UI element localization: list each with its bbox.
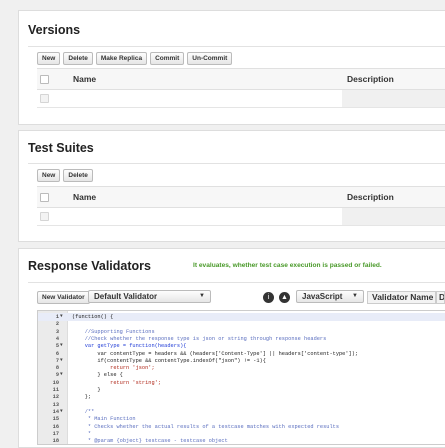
versions-title: Versions [28, 23, 81, 37]
versions-table: Name Description [37, 68, 445, 108]
validator-select[interactable]: Default Validator ▼ [88, 290, 211, 303]
column-truncated[interactable]: D [436, 291, 445, 304]
column-validator-name[interactable]: Validator Name [367, 291, 436, 304]
column-name[interactable]: Name [73, 192, 96, 202]
response-validators-title: Response Validators [28, 259, 151, 273]
new-validator-button[interactable]: New Validator [37, 291, 90, 304]
code-text: * @param {object} testcase - testcase ob… [72, 438, 228, 445]
versions-panel: Versions New Delete Make Replica Commit … [18, 10, 445, 125]
delete-version-button[interactable]: Delete [63, 52, 93, 65]
chevron-down-icon: ▼ [199, 293, 205, 299]
code-line[interactable]: 18 * @param {object} testcase - testcase… [38, 437, 445, 445]
make-replica-button[interactable]: Make Replica [95, 52, 148, 65]
divider [28, 163, 445, 164]
code-editor[interactable]: 1 ▼ (function() {2 3 //Supporting Functions… [37, 310, 445, 445]
table-row [37, 208, 445, 226]
versions-toolbar: New Delete Make Replica Commit Un-Commit [37, 52, 233, 65]
table-row [37, 90, 445, 108]
row-checkbox[interactable] [40, 212, 49, 221]
test-suites-table: Name Description [37, 186, 445, 226]
chevron-down-icon: ▼ [352, 293, 358, 299]
commit-button[interactable]: Commit [150, 52, 185, 65]
divider [28, 46, 445, 47]
select-all-checkbox[interactable] [40, 193, 49, 202]
row-checkbox[interactable] [40, 94, 49, 103]
language-select[interactable]: JavaScript ▼ [296, 290, 364, 303]
select-all-checkbox[interactable] [40, 75, 49, 84]
test-suites-toolbar: New Delete [37, 169, 93, 182]
validator-select-value: Default Validator [94, 292, 158, 301]
column-name[interactable]: Name [73, 74, 96, 84]
table-header: Name Description [37, 68, 445, 90]
description-cell [342, 90, 445, 107]
divider [28, 282, 445, 283]
description-cell [342, 208, 445, 225]
line-number: 18 [52, 438, 59, 445]
new-test-suite-button[interactable]: New [37, 169, 61, 182]
delete-test-suite-button[interactable]: Delete [63, 169, 93, 182]
test-suites-panel: Test Suites New Delete Name Description [18, 130, 445, 242]
un-commit-button[interactable]: Un-Commit [187, 52, 233, 65]
table-header: Name Description [37, 186, 445, 208]
column-description[interactable]: Description [347, 192, 394, 202]
info-icon[interactable]: i [263, 292, 274, 303]
validator-note: It evaluates, whether test case executio… [193, 262, 382, 269]
arrow-up-icon[interactable]: ▲ [279, 292, 290, 303]
language-select-value: JavaScript [302, 292, 343, 301]
column-description[interactable]: Description [347, 74, 394, 84]
test-suites-title: Test Suites [28, 141, 94, 155]
new-version-button[interactable]: New [37, 52, 61, 65]
